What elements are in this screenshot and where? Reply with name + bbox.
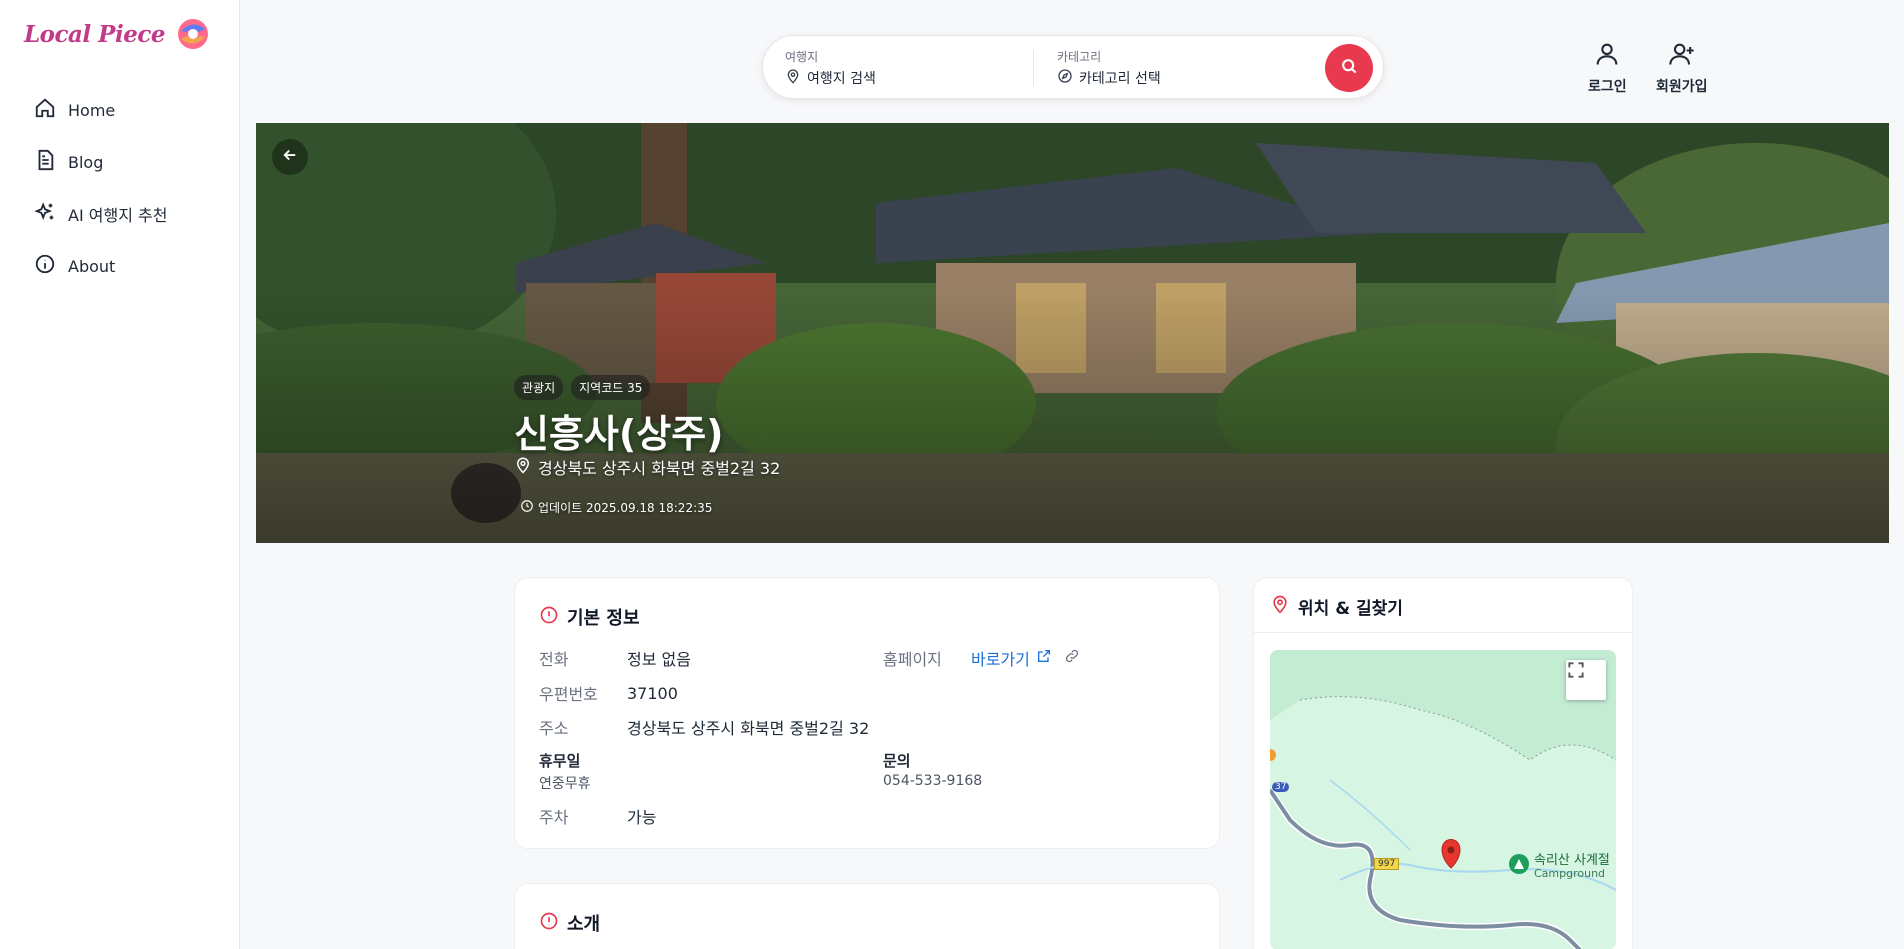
poi-type: Campground [1534,866,1606,880]
logo-mark-icon [173,17,213,51]
info-icon [539,911,559,936]
signup-label: 회원가입 [1656,79,1708,95]
login-button[interactable]: 로그인 [1588,40,1627,96]
map-pin-icon [785,68,801,88]
external-link-icon [1036,648,1052,668]
basic-info-title: 기본 정보 [567,608,640,629]
fullscreen-button[interactable] [1566,660,1606,700]
hero-overlay [256,123,1889,543]
map-canvas [1270,650,1616,949]
updated-text: 업데이트 2025.09.18 18:22:35 [538,501,713,515]
category-input[interactable]: 카테고리 선택 [1079,68,1161,88]
inquiry-block: 문의 054-533-9168 [883,750,982,789]
homepage-label: 홈페이지 [883,650,942,669]
map-title: 위치 & 길찾기 [1298,599,1403,619]
homepage-link[interactable]: 바로가기 [971,646,1052,670]
sparkles-icon [34,201,56,227]
sidebar: Local Piece Home Blog AI 여행지 추천 About [0,0,240,949]
sidebar-item-home[interactable]: Home [24,84,224,136]
intro-header: 소개 [539,910,600,936]
map-card: 위치 & 길찾기 37 997 속리산 사계절 Campground [1253,577,1633,949]
category-label: 카테고리 [1057,50,1102,64]
basic-info-card: 기본 정보 전화 정보 없음 홈페이지 바로가기 우편번호 37100 주소 경… [514,577,1220,849]
category-badge: 관광지 [514,375,564,400]
intro-title: 소개 [567,914,601,935]
area-code-badge: 지역코드 35 [571,375,651,400]
route-997-shield: 997 [1374,858,1400,870]
hero-badges: 관광지 지역코드 35 [514,375,651,400]
compass-icon [1057,68,1073,88]
sidebar-item-about[interactable]: About [24,240,224,292]
sidebar-item-label: Home [68,100,116,120]
search-divider [1033,50,1034,86]
intro-card: 소개 [514,883,1220,949]
back-button[interactable] [272,139,308,175]
destination-search[interactable]: 여행지 여행지 검색 [785,48,876,88]
sidebar-item-label: About [68,256,116,276]
address-row: 주소 경상북도 상주시 화북면 중벌2길 32 [539,715,869,739]
closed-days-label: 휴무일 [539,752,581,770]
homepage-row: 홈페이지 바로가기 [883,646,1080,670]
arrow-left-icon [281,146,299,168]
address-label: 주소 [539,719,569,738]
map-pin-icon [1270,594,1290,619]
map-poi-label[interactable]: 속리산 사계절 Campground [1534,854,1610,879]
sidebar-item-label: AI 여행지 추천 [68,206,168,225]
signup-button[interactable]: 회원가입 [1656,40,1708,96]
search-button[interactable] [1325,44,1373,92]
info-icon [34,253,56,279]
map-header: 위치 & 길찾기 [1270,594,1403,619]
home-icon [34,97,56,123]
destination-label: 여행지 [785,50,819,64]
map-pin-icon [514,456,532,478]
user-icon [1593,40,1621,72]
sidebar-nav: Home Blog AI 여행지 추천 About [24,84,224,292]
brand-logo[interactable]: Local Piece [24,16,213,52]
poi-name: 속리산 사계절 [1534,853,1610,868]
login-label: 로그인 [1588,79,1627,95]
category-select[interactable]: 카테고리 카테고리 선택 [1057,48,1161,88]
hero-address: 경상북도 상주시 화북면 중벌2길 32 [514,455,780,479]
sidebar-item-ai-recommend[interactable]: AI 여행지 추천 [24,188,224,240]
parking-value: 가능 [627,808,657,827]
phone-row: 전화 정보 없음 [539,646,691,670]
map-view[interactable]: 37 997 속리산 사계절 Campground [1270,650,1616,949]
link-icon[interactable] [1064,648,1080,668]
postal-row: 우편번호 37100 [539,681,678,705]
destination-input[interactable]: 여행지 검색 [807,68,876,88]
clock-icon [520,499,534,516]
search-bar: 여행지 여행지 검색 카테고리 카테고리 선택 [762,35,1384,99]
sidebar-item-blog[interactable]: Blog [24,136,224,188]
postal-value: 37100 [627,683,678,703]
info-icon [539,605,559,630]
postal-label: 우편번호 [539,685,598,704]
closed-days-block: 휴무일 연중무휴 [539,750,591,793]
address-value: 경상북도 상주시 화북면 중벌2길 32 [627,719,870,738]
brand-name: Local Piece [24,20,165,48]
parking-row: 주차 가능 [539,804,656,828]
closed-days-value: 연중무휴 [539,776,591,792]
inquiry-value: 054-533-9168 [883,773,983,789]
parking-label: 주차 [539,808,569,827]
homepage-link-text: 바로가기 [971,650,1030,669]
hero-address-text: 경상북도 상주시 화북면 중벌2길 32 [538,459,781,478]
inquiry-label: 문의 [883,752,911,770]
basic-info-header: 기본 정보 [539,604,640,630]
search-icon [1339,56,1359,80]
phone-value: 정보 없음 [627,650,691,669]
route-37-shield: 37 [1272,782,1290,792]
hero-banner: 관광지 지역코드 35 신흥사(상주) 경상북도 상주시 화북면 중벌2길 32… [256,123,1889,543]
phone-label: 전화 [539,650,569,669]
sidebar-item-label: Blog [68,152,104,172]
user-plus-icon [1668,40,1696,72]
updated-timestamp: 업데이트 2025.09.18 18:22:35 [520,499,712,516]
page-title: 신흥사(상주) [514,412,724,456]
document-icon [34,149,56,175]
map-divider [1254,632,1632,633]
